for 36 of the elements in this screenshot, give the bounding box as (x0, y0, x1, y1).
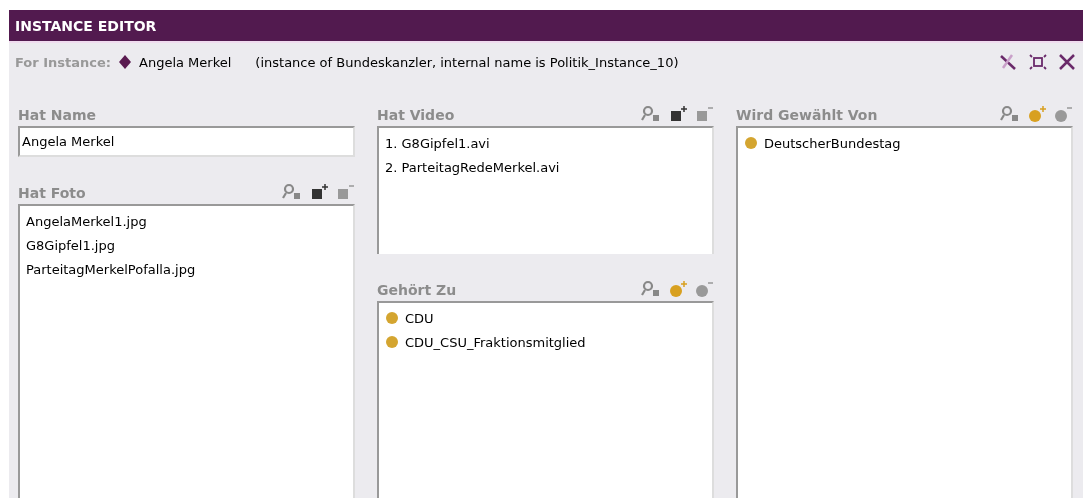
list-item[interactable]: CDU_CSU_Fraktionsmitglied (405, 334, 586, 350)
close-icon[interactable] (1057, 52, 1077, 72)
class-dot-icon (744, 136, 758, 150)
search-icon[interactable] (999, 105, 1021, 123)
window-title: INSTANCE EDITOR (15, 17, 157, 34)
class-dot-icon (385, 311, 399, 325)
search-icon[interactable] (281, 183, 303, 201)
remove-icon[interactable] (694, 280, 714, 298)
add-instance-icon[interactable] (309, 183, 329, 201)
search-icon[interactable] (640, 280, 662, 298)
target-icon[interactable] (1027, 52, 1049, 72)
list-item[interactable]: G8Gipfel1.jpg (26, 237, 115, 253)
slot-label: Hat Foto (18, 185, 87, 201)
slot-label: Wird Gewählt Von (736, 107, 879, 123)
name-field[interactable]: Angela Merkel (18, 126, 355, 157)
list-item[interactable]: CDU (405, 310, 434, 326)
slot-label: Hat Video (377, 107, 456, 123)
instance-name: Angela Merkel (139, 54, 232, 70)
remove-icon[interactable] (1053, 105, 1073, 123)
list-item[interactable]: 2. ParteitagRedeMerkel.avi (385, 159, 560, 175)
add-instance-icon[interactable] (668, 105, 688, 123)
instance-description: (instance of Bundeskanzler, internal name is Politik_Instance_10) (255, 54, 679, 70)
list-item[interactable]: ParteitagMerkelPofalla.jpg (26, 261, 196, 277)
list-item[interactable]: DeutscherBundestag (764, 135, 901, 151)
instance-label: For Instance: (15, 54, 111, 70)
remove-icon[interactable] (694, 105, 714, 123)
remove-icon[interactable] (335, 183, 355, 201)
diamond-icon (119, 55, 131, 69)
add-class-icon[interactable] (668, 280, 688, 298)
slot-label: Gehört Zu (377, 282, 458, 298)
add-class-icon[interactable] (1027, 105, 1047, 123)
slot-label: Hat Name (18, 107, 97, 123)
list-item[interactable]: AngelaMerkel1.jpg (26, 213, 147, 229)
list-item[interactable]: 1. G8Gipfel1.avi (385, 135, 490, 151)
search-icon[interactable] (640, 105, 662, 123)
class-dot-icon (385, 335, 399, 349)
